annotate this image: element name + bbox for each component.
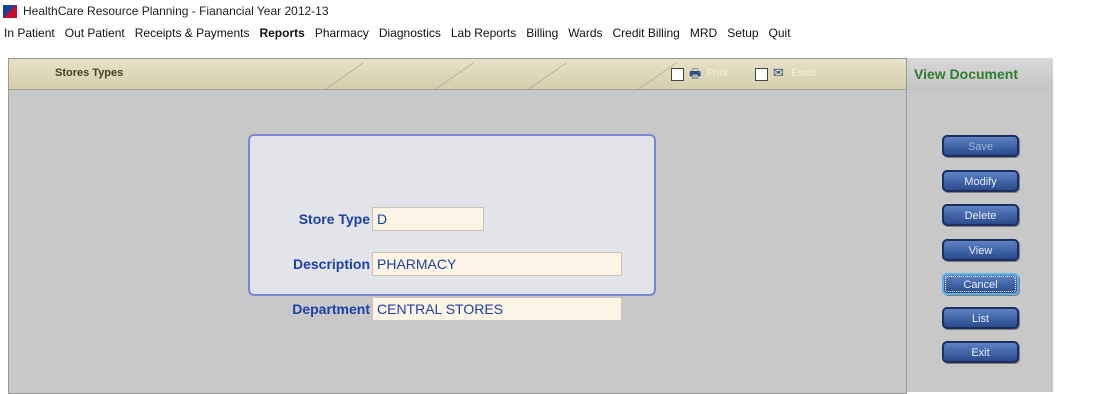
exit-button[interactable]: Exit xyxy=(942,341,1019,363)
department-row: Department xyxy=(262,297,622,321)
email-icon: ✉ xyxy=(773,65,784,80)
menu-out-patient[interactable]: Out Patient xyxy=(65,26,125,40)
menu-credit-billing[interactable]: Credit Billing xyxy=(613,26,680,40)
cancel-button[interactable]: Cancel xyxy=(942,273,1019,295)
sidebar-header: View Document xyxy=(907,58,1053,90)
list-button[interactable]: List xyxy=(942,307,1019,329)
department-input[interactable] xyxy=(372,297,622,321)
toolbar-divider xyxy=(528,63,567,89)
delete-button[interactable]: Delete xyxy=(942,204,1019,226)
email-checkbox[interactable] xyxy=(755,68,768,81)
description-input[interactable] xyxy=(372,252,622,276)
document-toolbar: Stores Types 🖶 Print ✉ Email xyxy=(9,59,906,90)
save-button[interactable]: Save xyxy=(942,135,1019,157)
menu-reports[interactable]: Reports xyxy=(259,26,304,40)
menu-bar: In Patient Out Patient Receipts & Paymen… xyxy=(4,22,801,44)
app-icon xyxy=(3,4,17,18)
action-sidebar: View Document Save Modify Delete View Ca… xyxy=(906,58,1053,392)
menu-pharmacy[interactable]: Pharmacy xyxy=(315,26,369,40)
menu-quit[interactable]: Quit xyxy=(769,26,791,40)
store-type-label: Store Type xyxy=(298,211,370,227)
description-label: Description xyxy=(292,256,370,272)
store-type-input[interactable] xyxy=(372,207,484,231)
toolbar-divider xyxy=(325,63,364,89)
menu-mrd[interactable]: MRD xyxy=(690,26,717,40)
menu-diagnostics[interactable]: Diagnostics xyxy=(379,26,441,40)
toolbar-divider xyxy=(435,63,474,89)
printer-icon: 🖶 xyxy=(689,66,702,81)
sidebar-title: View Document xyxy=(914,66,1018,82)
menu-receipts-payments[interactable]: Receipts & Payments xyxy=(135,26,250,40)
menu-wards[interactable]: Wards xyxy=(568,26,602,40)
department-label: Department xyxy=(292,301,370,317)
print-checkbox[interactable] xyxy=(671,68,684,81)
menu-in-patient[interactable]: In Patient xyxy=(4,26,55,40)
email-label: Email xyxy=(791,68,817,79)
toolbar-title: Stores Types xyxy=(55,67,124,79)
view-button[interactable]: View xyxy=(942,239,1019,261)
menu-billing[interactable]: Billing xyxy=(526,26,558,40)
description-row: Description xyxy=(262,252,622,276)
title-bar: HealthCare Resource Planning - Fianancia… xyxy=(0,0,1099,22)
store-type-row: Store Type xyxy=(262,207,484,231)
menu-lab-reports[interactable]: Lab Reports xyxy=(451,26,516,40)
print-label: Print xyxy=(707,68,728,79)
modify-button[interactable]: Modify xyxy=(942,170,1019,192)
app-title: HealthCare Resource Planning - Fianancia… xyxy=(23,4,329,18)
menu-setup[interactable]: Setup xyxy=(727,26,758,40)
